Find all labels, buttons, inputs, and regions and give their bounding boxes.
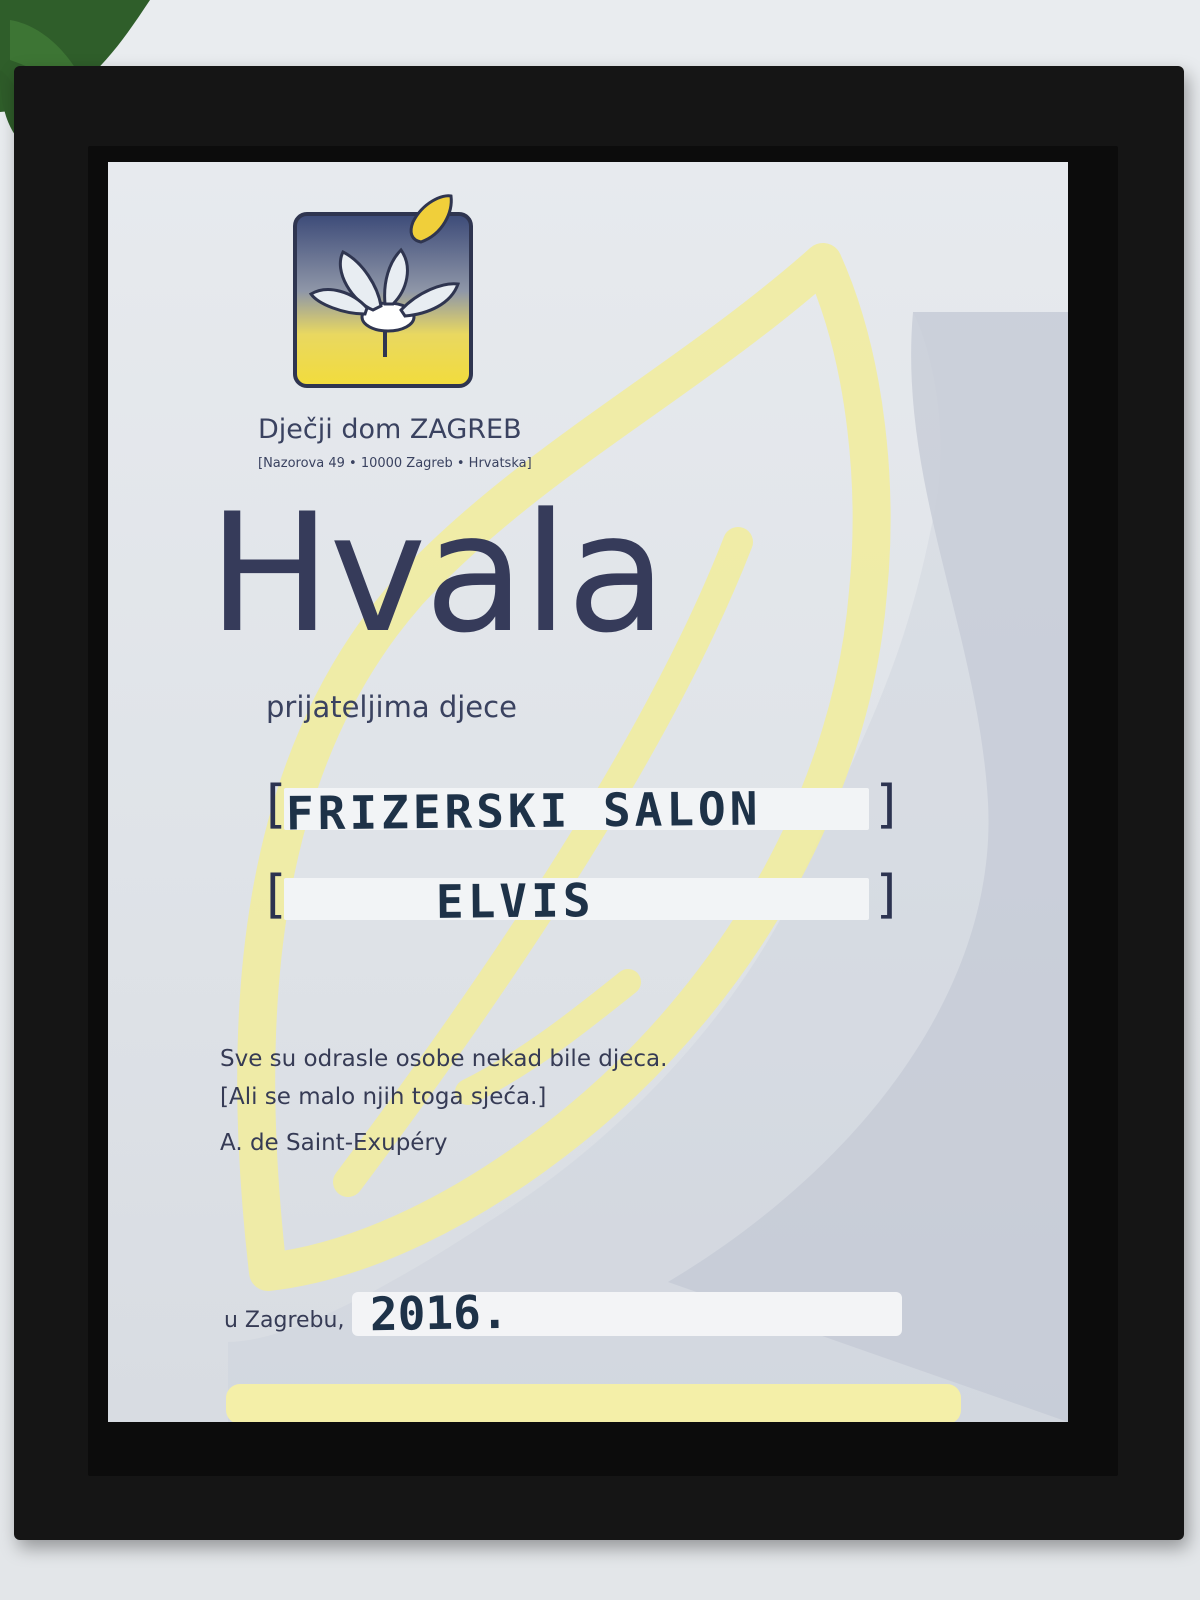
orphanage-logo — [293, 194, 473, 388]
org-name: Dječji dom ZAGREB — [258, 414, 522, 445]
bottom-yellow-bar — [226, 1384, 961, 1422]
recipient-field-1: [ ] FRIZERSKI SALON — [266, 776, 896, 841]
right-bracket: ] — [876, 775, 897, 835]
place-label: u Zagrebu, — [224, 1308, 345, 1333]
certificate-title: Hvala — [208, 478, 667, 669]
quote-line-2: [Ali se malo njih toga sjeća.] — [220, 1084, 547, 1110]
right-bracket: ] — [876, 865, 897, 925]
date: 2016. — [369, 1284, 509, 1342]
certificate-paper: Dječji dom ZAGREB [Nazorova 49 • 10000 Z… — [108, 162, 1068, 1422]
left-bracket: [ — [266, 865, 287, 925]
recipient-line-2: ELVIS — [435, 873, 595, 929]
recipient-field-2: [ ] ELVIS — [266, 866, 896, 930]
quote-line-1: Sve su odrasle osobe nekad bile djeca. — [220, 1046, 668, 1072]
left-bracket: [ — [266, 775, 287, 835]
quote: Sve su odrasle osobe nekad bile djeca. [… — [220, 1040, 667, 1116]
org-address: [Nazorova 49 • 10000 Zagreb • Hrvatska] — [258, 456, 532, 471]
certificate-subtitle: prijateljima djece — [266, 690, 517, 724]
quote-author: A. de Saint-Exupéry — [220, 1130, 448, 1156]
recipient-line-1: FRIZERSKI SALON — [285, 781, 762, 841]
